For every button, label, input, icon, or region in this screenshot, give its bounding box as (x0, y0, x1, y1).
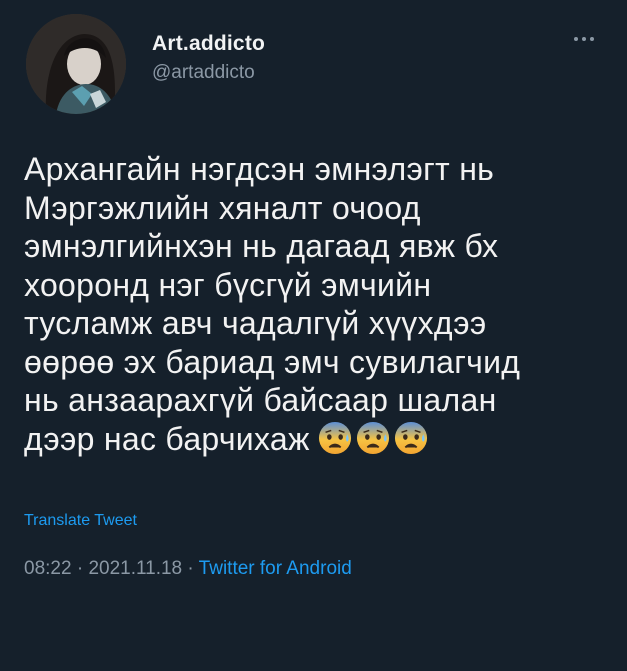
avatar-image (26, 14, 126, 114)
tweet-card: Art.addicto @artaddicto Архангайн нэгдсэ… (0, 0, 627, 671)
tweet-date[interactable]: 2021.11.18 (88, 558, 182, 579)
dot (590, 37, 594, 41)
tweet-meta: 08:22 · 2021.11.18 · Twitter for Android (24, 558, 603, 580)
dot (582, 37, 586, 41)
anxious-face-with-sweat-emoji (318, 421, 351, 455)
anxious-face-with-sweat-emoji (356, 421, 389, 455)
tweet-text: Архангайн нэгдсэн эмнэлэгт нь Мэргэжлийн… (24, 151, 521, 457)
tweet-time[interactable]: 08:22 (24, 558, 72, 579)
emoji-group (318, 421, 428, 455)
meta-separator: · (182, 558, 199, 580)
more-horizontal-icon[interactable] (569, 32, 599, 46)
meta-separator: · (71, 558, 89, 580)
author-handle[interactable]: @artaddicto (152, 62, 265, 84)
tweet-body: Архангайн нэгдсэн эмнэлэгт нь Мэргэжлийн… (24, 150, 603, 458)
tweet-source-link[interactable]: Twitter for Android (199, 558, 352, 579)
translate-tweet-link[interactable]: Translate Tweet (24, 512, 137, 530)
dot (574, 37, 578, 41)
avatar[interactable] (26, 14, 126, 114)
tweet-header: Art.addicto @artaddicto (24, 14, 603, 124)
author-names: Art.addicto @artaddicto (152, 32, 265, 84)
anxious-face-with-sweat-emoji (394, 421, 427, 455)
author-display-name[interactable]: Art.addicto (152, 32, 265, 56)
